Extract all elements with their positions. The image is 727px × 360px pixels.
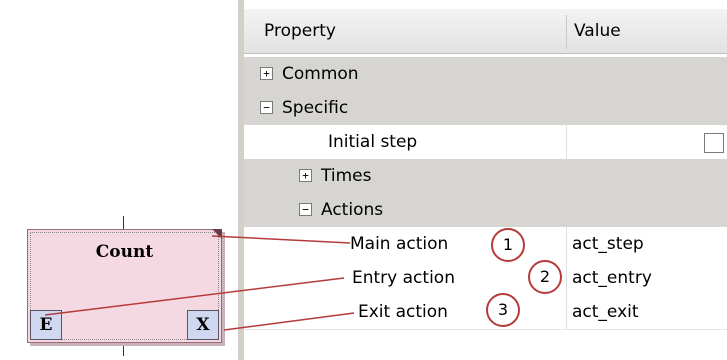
callout-connectors <box>44 235 355 331</box>
callout-1: 1 <box>491 228 525 262</box>
exit-action-connector <box>223 312 355 331</box>
callout-3: 3 <box>486 293 520 327</box>
callout-2: 2 <box>528 260 562 294</box>
main-action-connector <box>211 235 351 244</box>
entry-action-connector <box>44 277 345 316</box>
